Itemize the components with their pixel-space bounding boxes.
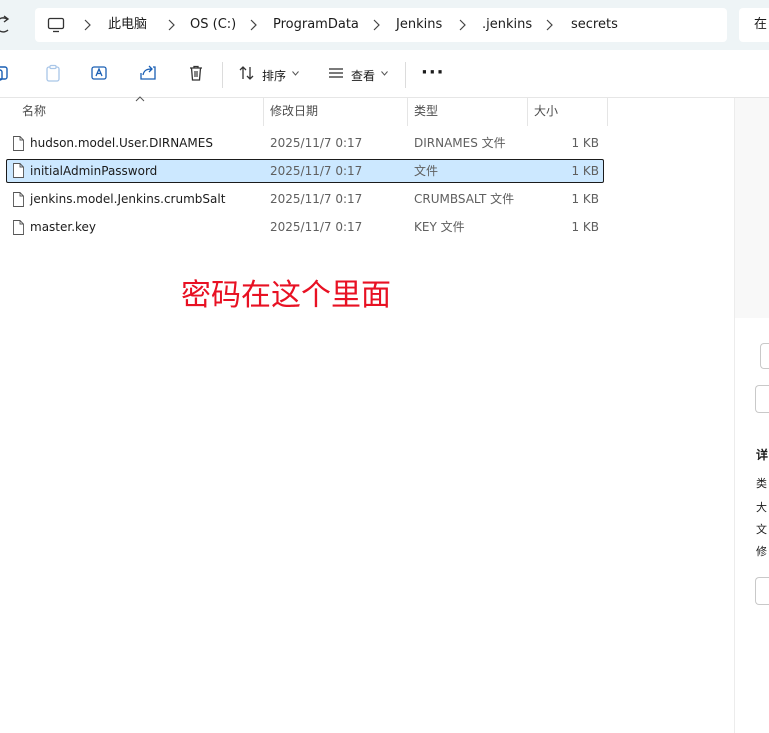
breadcrumb-item[interactable]: OS (C:) xyxy=(190,8,236,42)
sort-label[interactable]: 排序 xyxy=(262,67,286,84)
chevron-right-icon[interactable] xyxy=(371,19,381,31)
chevron-down-icon[interactable] xyxy=(381,71,388,76)
column-divider[interactable] xyxy=(263,98,264,126)
view-button[interactable] xyxy=(327,64,345,86)
chevron-right-icon[interactable] xyxy=(544,19,554,31)
column-header-type[interactable]: 类型 xyxy=(414,98,438,126)
share-icon xyxy=(140,65,156,80)
file-row[interactable]: jenkins.model.Jenkins.crumbSalt 2025/11/… xyxy=(6,188,604,212)
column-header-date[interactable]: 修改日期 xyxy=(270,98,318,126)
breadcrumb-item[interactable]: Jenkins xyxy=(396,8,442,42)
preview-pane xyxy=(734,98,769,318)
paste-button[interactable] xyxy=(44,64,62,86)
file-date: 2025/11/7 0:17 xyxy=(270,136,363,150)
chevron-down-icon[interactable] xyxy=(292,71,299,76)
column-header-size[interactable]: 大小 xyxy=(534,98,558,126)
file-row-selected[interactable]: initialAdminPassword 2025/11/7 0:17 文件 1… xyxy=(6,159,604,183)
paste-icon xyxy=(46,64,60,82)
file-type: CRUMBSALT 文件 xyxy=(414,192,515,206)
rename-button[interactable] xyxy=(90,64,108,86)
file-icon xyxy=(13,220,24,235)
chevron-right-icon[interactable] xyxy=(248,19,258,31)
annotation-text: 密码在这个里面 xyxy=(181,278,391,313)
file-size: 1 KB xyxy=(571,220,599,234)
address-bar[interactable]: 此电脑 OS (C:) ProgramData Jenkins .jenkins… xyxy=(35,8,727,42)
file-date: 2025/11/7 0:17 xyxy=(270,192,363,206)
breadcrumb-item[interactable]: 此电脑 xyxy=(108,8,147,42)
file-date: 2025/11/7 0:17 xyxy=(270,164,363,178)
details-label: 文 xyxy=(756,523,767,536)
file-size: 1 KB xyxy=(571,136,599,150)
details-label: 类 xyxy=(756,477,767,490)
chevron-right-icon[interactable] xyxy=(166,19,176,31)
refresh-icon[interactable] xyxy=(0,14,14,36)
file-row[interactable]: master.key 2025/11/7 0:17 KEY 文件 1 KB xyxy=(6,216,604,240)
chevron-right-icon[interactable] xyxy=(457,19,467,31)
file-icon xyxy=(13,192,24,207)
file-size: 1 KB xyxy=(571,192,599,206)
file-date: 2025/11/7 0:17 xyxy=(270,220,363,234)
copy-button[interactable] xyxy=(0,64,10,86)
file-name[interactable]: initialAdminPassword xyxy=(30,160,157,182)
sort-ascending-icon xyxy=(135,96,145,102)
column-divider[interactable] xyxy=(607,98,608,126)
details-label: 修 xyxy=(756,545,767,558)
column-divider[interactable] xyxy=(407,98,408,126)
rename-icon xyxy=(91,66,107,80)
file-icon xyxy=(13,163,24,178)
column-divider[interactable] xyxy=(527,98,528,126)
file-name[interactable]: jenkins.model.Jenkins.crumbSalt xyxy=(30,188,225,210)
toolbar-divider xyxy=(405,62,406,88)
trash-icon xyxy=(190,65,202,81)
view-label[interactable]: 查看 xyxy=(351,67,375,84)
file-type: KEY 文件 xyxy=(414,220,465,234)
column-header-name[interactable]: 名称 xyxy=(22,98,46,126)
file-row[interactable]: hudson.model.User.DIRNAMES 2025/11/7 0:1… xyxy=(6,132,604,156)
file-name[interactable]: hudson.model.User.DIRNAMES xyxy=(30,132,213,154)
address-bar-area: 此电脑 OS (C:) ProgramData Jenkins .jenkins… xyxy=(0,0,769,50)
details-button[interactable] xyxy=(755,385,769,413)
toolbar-divider xyxy=(222,62,223,88)
details-label: 大 xyxy=(756,501,767,514)
file-size: 1 KB xyxy=(571,164,599,178)
sort-icon xyxy=(239,66,254,80)
file-name[interactable]: master.key xyxy=(30,216,96,238)
this-pc-icon[interactable] xyxy=(47,17,65,33)
delete-button[interactable] xyxy=(187,64,205,86)
more-options-icon[interactable]: ··· xyxy=(421,62,445,83)
copy-icon xyxy=(0,66,8,81)
breadcrumb-item-current[interactable]: secrets xyxy=(571,8,618,42)
view-icon xyxy=(329,68,343,78)
breadcrumb-item[interactable]: .jenkins xyxy=(482,8,532,42)
file-type: 文件 xyxy=(414,164,439,178)
details-pane: 详 类 大 文 修 xyxy=(734,318,769,733)
details-heading: 详 xyxy=(756,448,769,462)
file-type: DIRNAMES 文件 xyxy=(414,136,506,150)
chevron-right-icon[interactable] xyxy=(82,19,92,31)
command-bar: 排序 查看 xyxy=(0,50,769,98)
share-button[interactable] xyxy=(139,64,157,86)
breadcrumb-item[interactable]: ProgramData xyxy=(273,8,359,42)
search-placeholder: 在 xyxy=(754,17,768,32)
search-input[interactable]: 在 xyxy=(739,8,769,42)
details-action-button[interactable] xyxy=(755,577,769,605)
details-button[interactable] xyxy=(760,343,769,369)
file-icon xyxy=(13,136,24,151)
sort-button[interactable] xyxy=(238,64,256,86)
